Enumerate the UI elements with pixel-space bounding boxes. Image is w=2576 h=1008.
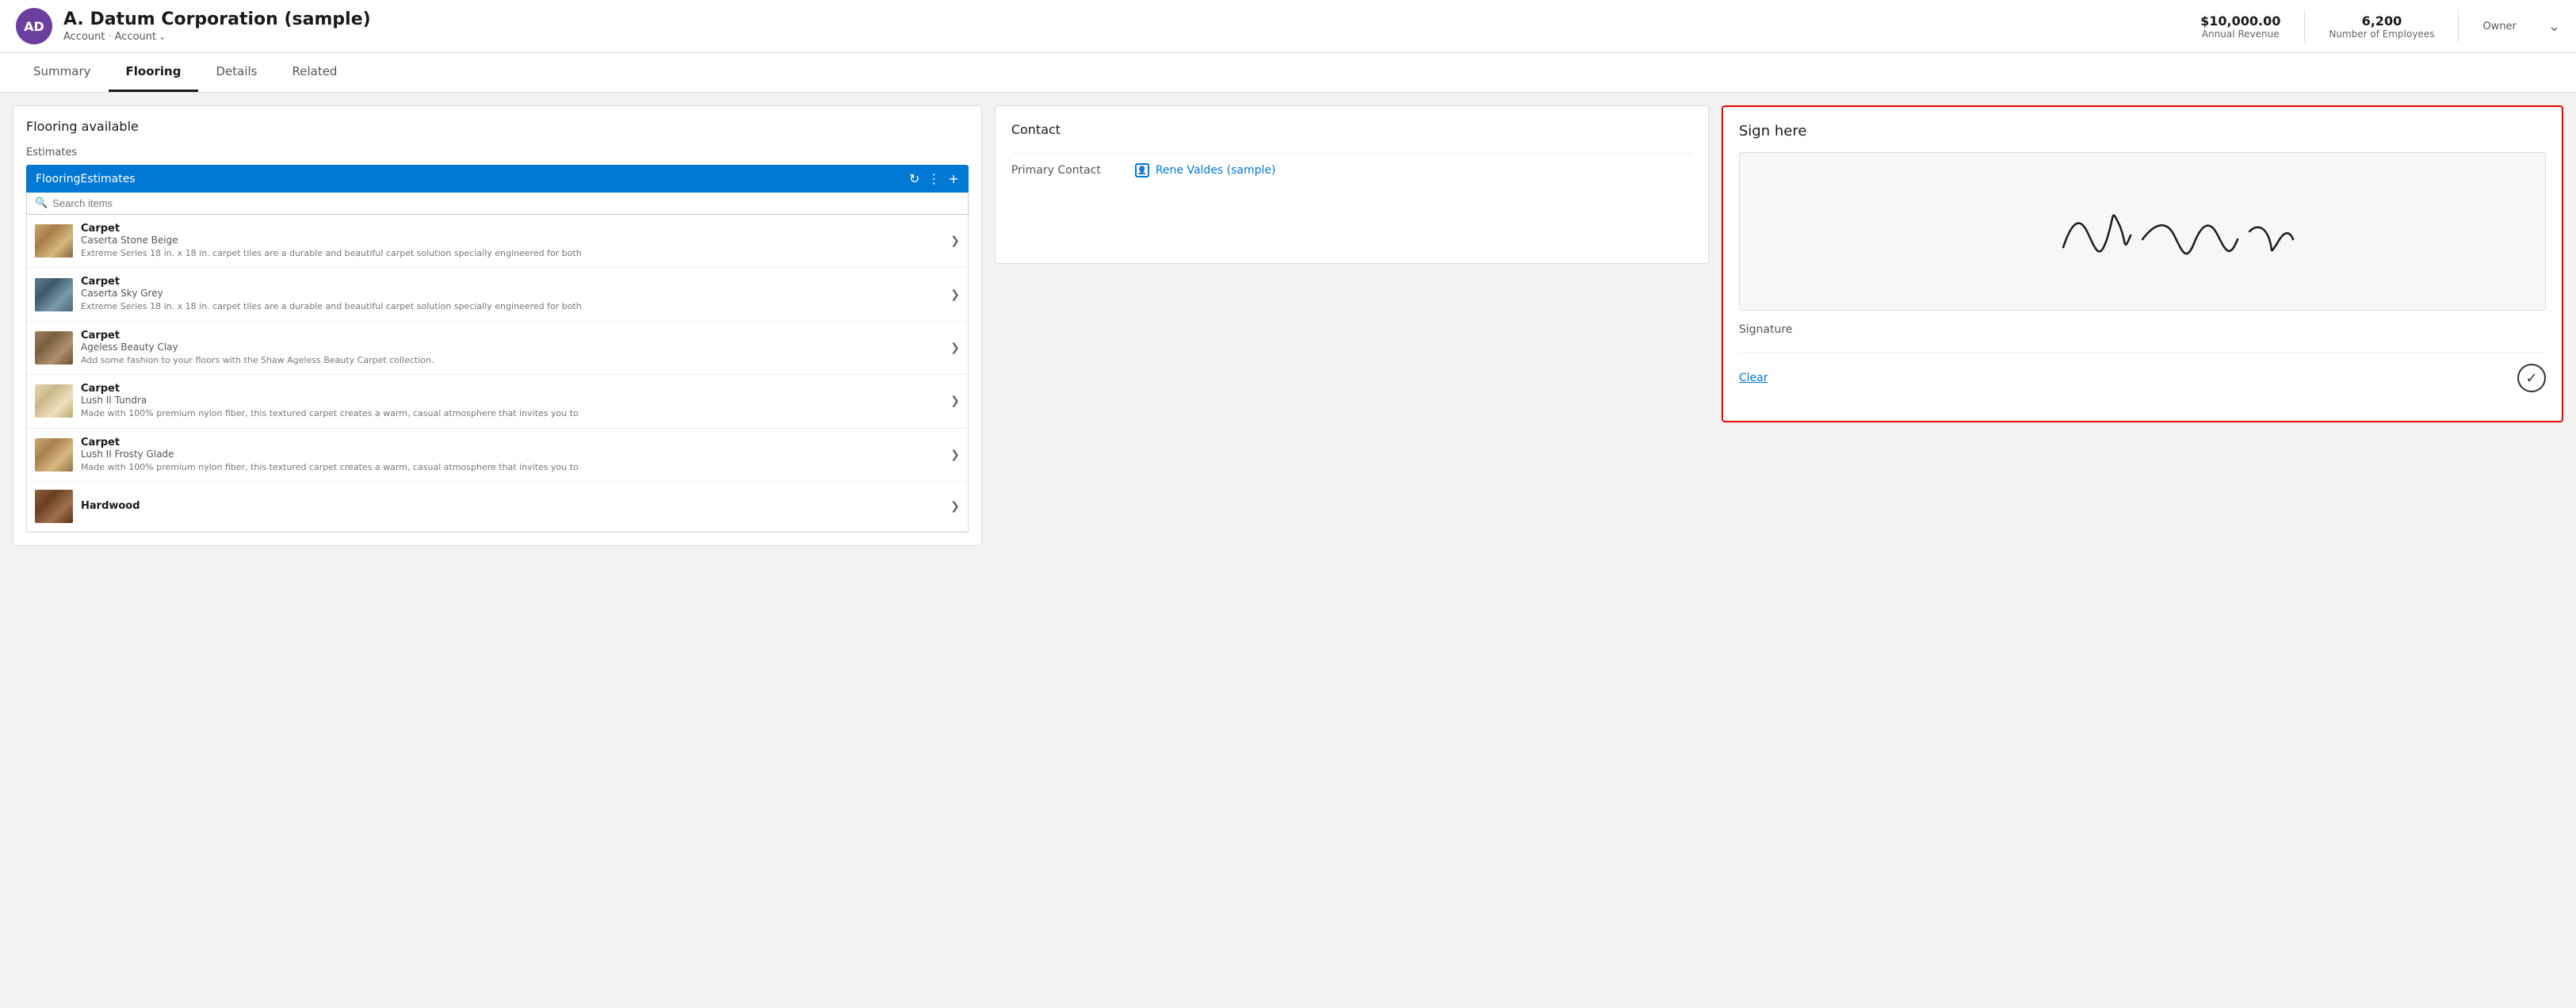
tab-flooring[interactable]: Flooring (109, 53, 199, 92)
list-item[interactable]: Carpet Lush II Frosty Glade Made with 10… (27, 429, 968, 482)
item-chevron-icon: ❯ (950, 342, 960, 354)
item-category: Hardwood (81, 500, 942, 512)
item-name: Ageless Beauty Clay (81, 342, 942, 353)
item-chevron-icon: ❯ (950, 500, 960, 513)
list-item[interactable]: Carpet Caserta Sky Grey Extreme Series 1… (27, 268, 968, 321)
sign-title: Sign here (1739, 123, 2546, 139)
annual-revenue-stat: $10,000.00 Annual Revenue (2200, 13, 2280, 40)
item-info: Carpet Lush II Tundra Made with 100% pre… (81, 383, 942, 419)
list-item[interactable]: Carpet Ageless Beauty Clay Add some fash… (27, 322, 968, 375)
header-divider (2304, 10, 2305, 42)
item-desc: Made with 100% premium nylon fiber, this… (81, 461, 942, 473)
expand-icon[interactable]: ⌄ (2548, 18, 2560, 35)
tab-summary[interactable]: Summary (16, 53, 109, 92)
signature-label: Signature (1739, 323, 2546, 336)
item-category: Carpet (81, 383, 942, 395)
item-info: Carpet Ageless Beauty Clay Add some fash… (81, 330, 942, 366)
tabs-bar: Summary Flooring Details Related (0, 53, 2576, 93)
item-chevron-icon: ❯ (950, 395, 960, 407)
item-info: Hardwood (81, 500, 942, 512)
breadcrumb: Account · Account ⌄ (63, 31, 371, 43)
signature-drawing (1740, 160, 2545, 303)
item-info: Carpet Lush II Frosty Glade Made with 10… (81, 437, 942, 473)
header-right: $10,000.00 Annual Revenue 6,200 Number o… (2200, 10, 2560, 42)
item-thumbnail (35, 331, 73, 365)
primary-contact-value[interactable]: 👤 Rene Valdes (sample) (1135, 163, 1276, 178)
item-info: Carpet Caserta Sky Grey Extreme Series 1… (81, 276, 942, 312)
tab-details[interactable]: Details (198, 53, 274, 92)
main-content: Flooring available Estimates FlooringEst… (0, 93, 2576, 1006)
contact-name: Rene Valdes (sample) (1156, 164, 1276, 177)
header-left: AD A. Datum Corporation (sample) Account… (16, 8, 371, 44)
item-chevron-icon: ❯ (950, 449, 960, 461)
employees-value: 6,200 (2329, 13, 2434, 29)
page-title: A. Datum Corporation (sample) (63, 10, 371, 29)
item-category: Carpet (81, 223, 942, 235)
tab-related[interactable]: Related (274, 53, 354, 92)
employees-label: Number of Employees (2329, 29, 2434, 40)
flooring-title: Flooring available (26, 119, 969, 134)
header-divider-2 (2458, 10, 2459, 42)
item-name: Caserta Sky Grey (81, 288, 942, 299)
item-chevron-icon: ❯ (950, 235, 960, 247)
item-desc: Extreme Series 18 in. x 18 in. carpet ti… (81, 247, 942, 259)
avatar: AD (16, 8, 52, 44)
header: AD A. Datum Corporation (sample) Account… (0, 0, 2576, 53)
item-info: Carpet Caserta Stone Beige Extreme Serie… (81, 223, 942, 259)
item-thumbnail (35, 278, 73, 311)
owner-label: Owner (2482, 21, 2516, 32)
owner-section: Owner (2482, 21, 2516, 32)
item-thumbnail (35, 490, 73, 523)
subview-label: FlooringEstimates (36, 173, 136, 185)
breadcrumb-account1[interactable]: Account (63, 31, 105, 43)
breadcrumb-chevron-icon: ⌄ (159, 32, 166, 42)
annual-revenue-label: Annual Revenue (2200, 29, 2280, 40)
sign-panel: Sign here Signature Clear ✓ (1722, 105, 2563, 422)
item-name: Caserta Stone Beige (81, 235, 942, 246)
add-icon[interactable]: + (948, 171, 958, 186)
list-item[interactable]: Carpet Lush II Tundra Made with 100% pre… (27, 375, 968, 428)
item-thumbnail (35, 384, 73, 418)
breadcrumb-separator: · (109, 31, 112, 43)
filter-icon[interactable]: ⋮ (927, 171, 940, 186)
primary-contact-label: Primary Contact (1011, 164, 1122, 177)
item-desc: Add some fashion to your floors with the… (81, 354, 942, 366)
list-item[interactable]: Hardwood ❯ (27, 482, 968, 532)
contact-title: Contact (1011, 122, 1692, 137)
annual-revenue-value: $10,000.00 (2200, 13, 2280, 29)
breadcrumb-account2[interactable]: Account ⌄ (115, 31, 166, 43)
item-chevron-icon: ❯ (950, 288, 960, 301)
primary-contact-row: Primary Contact 👤 Rene Valdes (sample) (1011, 153, 1692, 187)
contact-icon: 👤 (1135, 163, 1149, 178)
item-desc: Made with 100% premium nylon fiber, this… (81, 407, 942, 419)
search-icon: 🔍 (35, 197, 48, 209)
item-name: Lush II Tundra (81, 395, 942, 406)
confirm-button[interactable]: ✓ (2517, 364, 2546, 392)
sign-actions: Clear ✓ (1739, 352, 2546, 392)
item-desc: Extreme Series 18 in. x 18 in. carpet ti… (81, 300, 942, 312)
clear-button[interactable]: Clear (1739, 372, 1768, 384)
search-bar: 🔍 (26, 193, 969, 215)
search-input[interactable] (52, 197, 960, 209)
item-name: Lush II Frosty Glade (81, 449, 942, 460)
signature-area[interactable] (1739, 152, 2546, 311)
item-category: Carpet (81, 276, 942, 288)
subview-icons: ↻ ⋮ + (909, 171, 959, 186)
item-thumbnail (35, 438, 73, 472)
estimates-label: Estimates (26, 147, 969, 158)
item-category: Carpet (81, 330, 942, 342)
item-thumbnail (35, 224, 73, 258)
list-item[interactable]: Carpet Caserta Stone Beige Extreme Serie… (27, 215, 968, 268)
flooring-panel: Flooring available Estimates FlooringEst… (13, 105, 982, 546)
item-list: Carpet Caserta Stone Beige Extreme Serie… (26, 215, 969, 533)
item-category: Carpet (81, 437, 942, 449)
header-info: A. Datum Corporation (sample) Account · … (63, 10, 371, 43)
contact-panel: Contact Primary Contact 👤 Rene Valdes (s… (995, 105, 1709, 264)
employees-stat: 6,200 Number of Employees (2329, 13, 2434, 40)
refresh-icon[interactable]: ↻ (909, 171, 919, 186)
flooring-subview-header: FlooringEstimates ↻ ⋮ + (26, 165, 969, 193)
